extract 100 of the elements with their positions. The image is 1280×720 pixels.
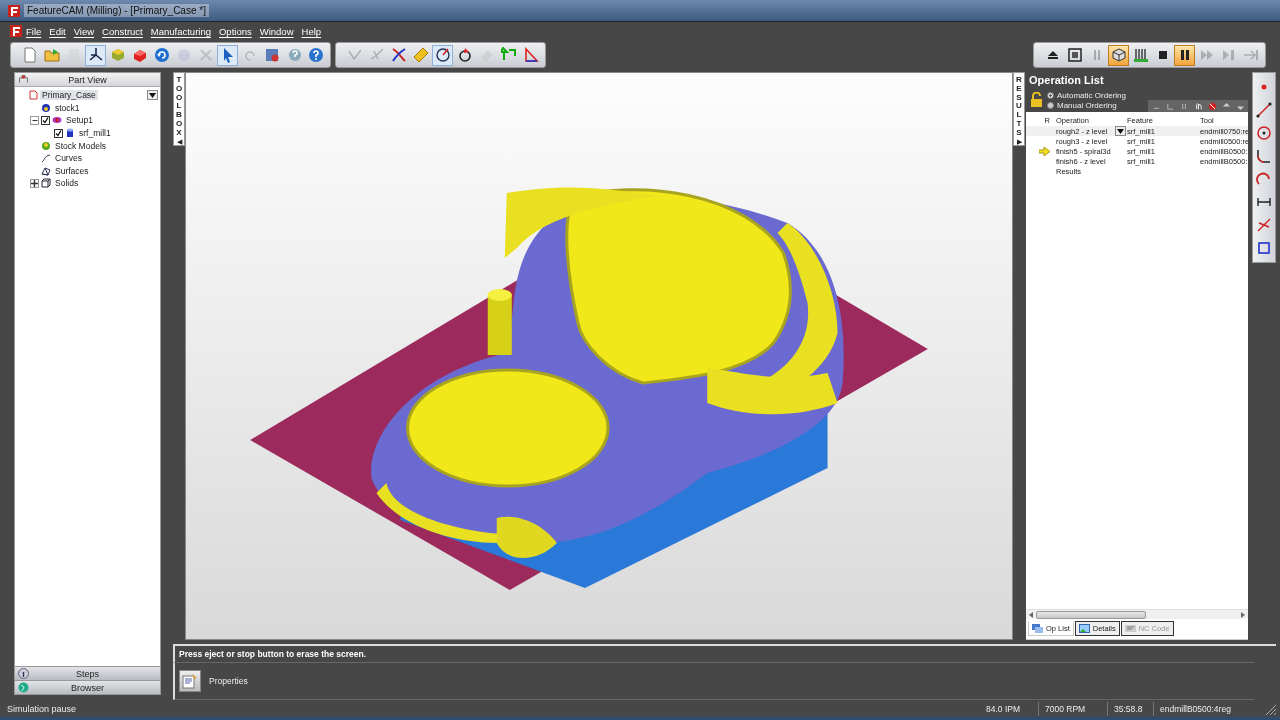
menu-item[interactable]: Window (255, 25, 298, 37)
menu-item[interactable]: Manufacturing (146, 25, 215, 37)
radio-button[interactable]: Automatic Ordering (1047, 90, 1126, 100)
circle-button[interactable] (1254, 123, 1274, 143)
radio-button[interactable]: Manual Ordering (1047, 100, 1126, 110)
redo-icon (175, 47, 192, 63)
properties-icon (182, 673, 198, 689)
window-title: FeatureCAM (Milling) - [Primary_Case *] (24, 4, 209, 17)
axes-icon (87, 47, 104, 63)
line-icon (1256, 102, 1272, 118)
tree-item[interactable]: stock1 (53, 102, 82, 113)
mesh-icon (41, 165, 51, 176)
run-to-end-icon (1242, 47, 1259, 63)
tab-label: Steps (76, 668, 99, 679)
tab-label: TOOLBOX (175, 76, 183, 138)
status-message: Press eject or stop button to erase the screen. (173, 644, 1276, 662)
triangle-axes-icon (522, 47, 539, 63)
image-icon (1078, 624, 1090, 633)
menu-item[interactable]: Options (214, 25, 256, 37)
tab-label: RESULTS (1015, 76, 1023, 138)
ball-icon (41, 102, 51, 113)
panel-title: Part View (68, 74, 107, 85)
resize-grip-icon (1263, 702, 1277, 716)
circle-icon (1256, 125, 1272, 141)
setup-icon (52, 115, 62, 126)
step-to-end-icon (1220, 47, 1237, 63)
checkbox[interactable] (54, 128, 63, 138)
document-logo-icon (10, 25, 22, 37)
expand-toggle[interactable] (30, 178, 39, 188)
menu-item[interactable]: Edit (45, 25, 70, 37)
tab-label: Browser (71, 682, 104, 693)
prohibited-button[interactable] (1207, 101, 1217, 111)
status-field: endmillB0500:4reg (1153, 702, 1263, 716)
status-field: 84.0 IPM (980, 702, 1038, 716)
tree-item[interactable]: Curves (53, 153, 84, 164)
status-field: 7000 RPM (1038, 702, 1107, 716)
step-forward-icon (1198, 47, 1215, 63)
app-logo-icon (8, 4, 20, 17)
pause-button[interactable] (1174, 44, 1195, 66)
menu-item[interactable]: Construct (98, 25, 147, 37)
tool-bars-icon (1132, 47, 1149, 63)
left-arrow-icon (1029, 611, 1033, 618)
cylinder-icon (65, 128, 75, 139)
checkbox[interactable] (41, 116, 50, 125)
document-icon (21, 47, 38, 63)
menu-item[interactable]: File (22, 25, 46, 37)
tree-item[interactable]: Surfaces (53, 165, 91, 176)
intersect-icon (1256, 217, 1272, 233)
tree-item[interactable]: Setup1 (64, 115, 95, 126)
corner-icon (1165, 101, 1175, 111)
minus-icon (31, 120, 38, 121)
code-icon (1124, 624, 1136, 633)
menu-item[interactable]: Help (297, 25, 326, 37)
undo-icon (153, 47, 170, 63)
dropdown-button[interactable] (1115, 126, 1126, 136)
tree-item[interactable]: Primary_Case (40, 90, 98, 101)
curve-icon (368, 47, 385, 63)
target-icon (434, 47, 451, 63)
part-view-icon (18, 74, 29, 85)
plus-icon (31, 179, 38, 187)
ball-icon (41, 140, 51, 151)
fillet-icon (1256, 148, 1272, 164)
page-icon (28, 90, 38, 101)
cube-outline-icon (41, 178, 51, 189)
frame-icon (1066, 47, 1083, 63)
prohibited-icon (1207, 101, 1217, 111)
menu-item[interactable]: View (69, 25, 99, 37)
box-button[interactable] (1108, 44, 1129, 66)
tree-item[interactable]: Stock Models (53, 140, 109, 151)
scrollbar[interactable] (1026, 609, 1248, 619)
dropdown-button[interactable] (147, 90, 158, 101)
status-text: Simulation pause (7, 704, 78, 714)
collapse-toggle[interactable] (30, 116, 39, 125)
hand-icon (1193, 101, 1203, 111)
properties-button[interactable] (179, 670, 201, 692)
arc-icon (1256, 171, 1272, 187)
properties-label: Properties (209, 676, 248, 686)
hand-button[interactable] (1193, 101, 1203, 111)
target-button[interactable] (432, 44, 453, 66)
scrollbar-thumb[interactable] (1036, 610, 1146, 619)
columns-button[interactable] (1179, 101, 1189, 111)
padlock-icon (1030, 92, 1043, 108)
box-icon (1110, 47, 1127, 63)
pointer-button[interactable] (217, 44, 238, 66)
right-arrow-icon (1241, 611, 1245, 618)
arrows-icon (500, 47, 517, 63)
line-button[interactable] (1254, 100, 1274, 120)
block-icon (131, 47, 148, 63)
panel-tab[interactable]: Browser (15, 680, 160, 694)
tree-item[interactable]: srf_mill1 (77, 128, 113, 139)
rectangle-icon (1256, 240, 1272, 256)
panel-title: Operation List (1028, 73, 1105, 88)
panel-tab[interactable]: Steps (15, 666, 160, 680)
delete-icon (197, 47, 214, 63)
help-icon (307, 47, 324, 63)
curve-icon (346, 47, 363, 63)
info-icon (18, 668, 29, 679)
axes-button[interactable] (85, 44, 106, 66)
properties-icon (263, 47, 280, 63)
tree-item[interactable]: Solids (53, 178, 81, 189)
